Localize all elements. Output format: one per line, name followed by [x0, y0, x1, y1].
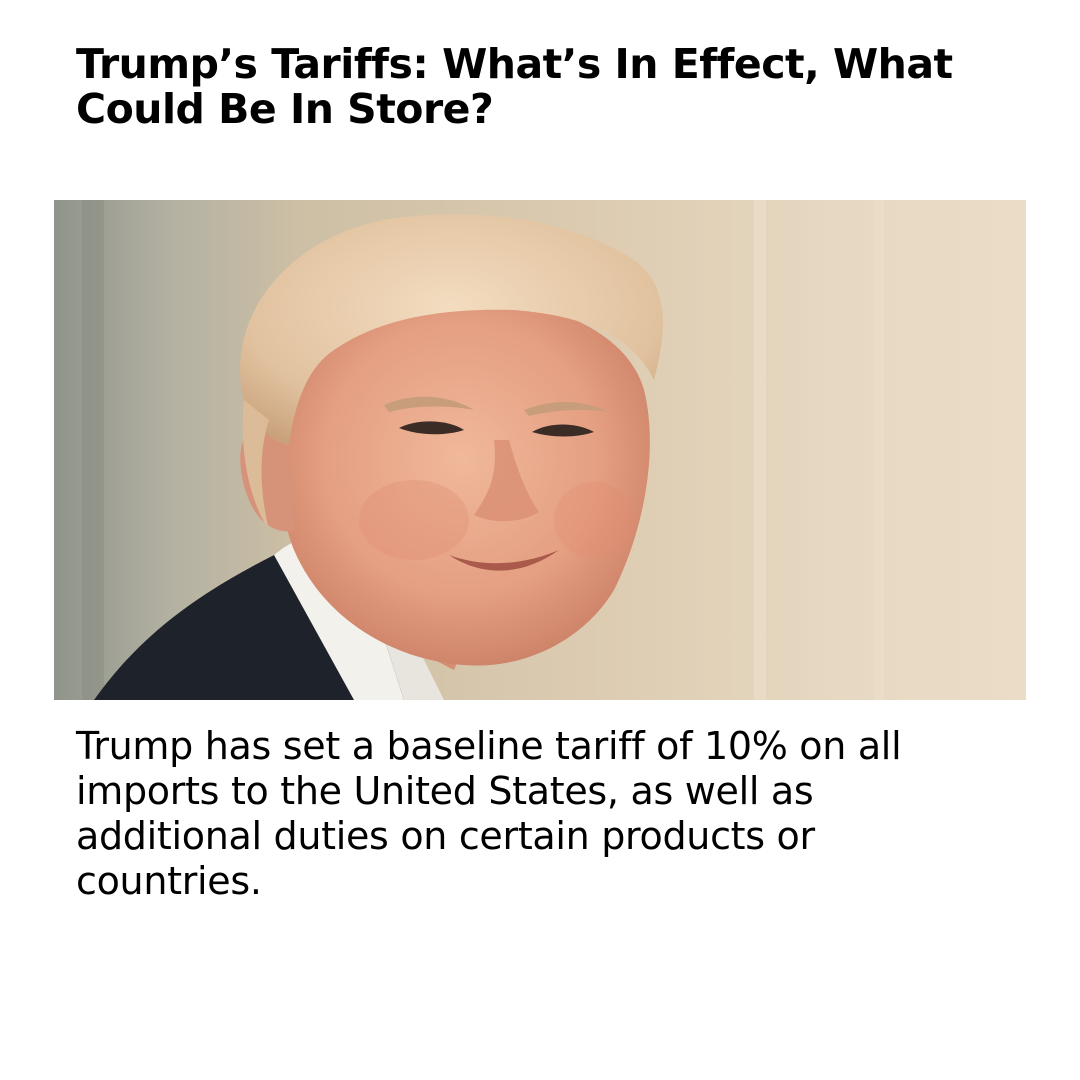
portrait-photo [54, 200, 1026, 700]
article-summary: Trump has set a baseline tariff of 10% o… [76, 724, 902, 903]
article-headline[interactable]: Trump’s Tariffs: What’s In Effect, What … [76, 42, 996, 132]
article-card: Trump’s Tariffs: What’s In Effect, What … [0, 0, 1080, 1080]
article-photo[interactable] [54, 200, 1026, 700]
